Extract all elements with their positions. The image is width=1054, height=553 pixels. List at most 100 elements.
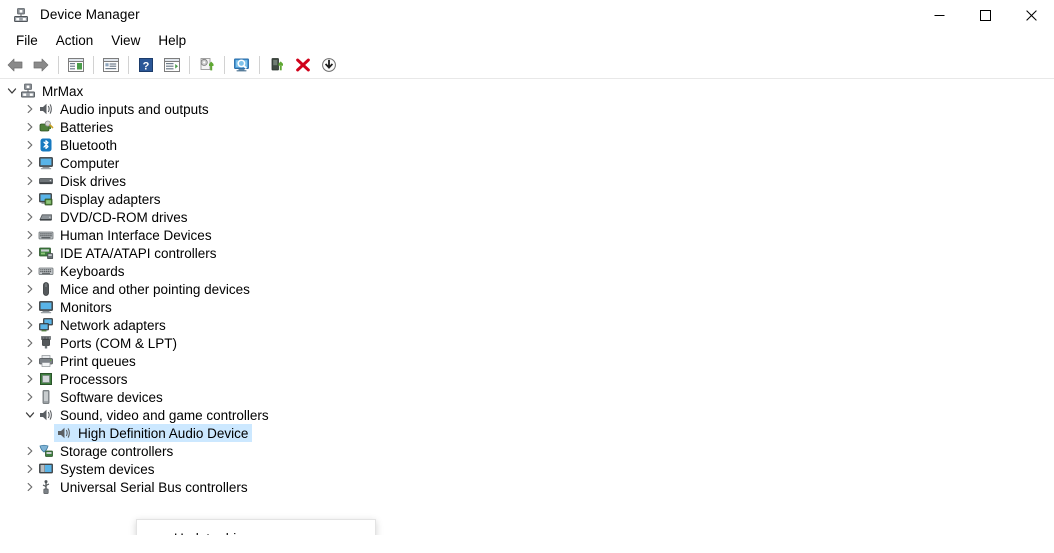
network-adapter-icon	[38, 317, 54, 333]
chevron-right-icon[interactable]	[22, 316, 38, 334]
chevron-right-icon[interactable]	[22, 370, 38, 388]
menu-file[interactable]: File	[7, 31, 47, 51]
toolbar-separator	[259, 56, 260, 74]
chevron-right-icon[interactable]	[22, 280, 38, 298]
tree-row-root[interactable]: MrMax	[0, 82, 1054, 100]
tree-row-monitors[interactable]: Monitors	[0, 298, 1054, 316]
speaker-icon	[38, 101, 54, 117]
tree-label: Disk drives	[60, 173, 127, 189]
chevron-right-icon[interactable]	[22, 172, 38, 190]
chevron-right-icon[interactable]	[22, 388, 38, 406]
tree-row-batteries[interactable]: Batteries	[0, 118, 1054, 136]
chevron-right-icon[interactable]	[22, 244, 38, 262]
tree-label: System devices	[60, 461, 155, 477]
mouse-icon	[38, 281, 54, 297]
menu-help[interactable]: Help	[149, 31, 195, 51]
tree-label: Sound, video and game controllers	[60, 407, 269, 423]
tree-row-print-queues[interactable]: Print queues	[0, 352, 1054, 370]
toolbar-separator	[58, 56, 59, 74]
tree-row-mice-and-other-pointing-devices[interactable]: Mice and other pointing devices	[0, 280, 1054, 298]
close-icon[interactable]	[1008, 0, 1054, 30]
tree-row-human-interface-devices[interactable]: Human Interface Devices	[0, 226, 1054, 244]
tree-row-software-devices[interactable]: Software devices	[0, 388, 1054, 406]
forward-icon[interactable]	[29, 53, 53, 77]
tree-row-universal-serial-bus-controllers[interactable]: Universal Serial Bus controllers	[0, 478, 1054, 496]
tree-row-ide-ata-atapi-controllers[interactable]: IDE ATA/ATAPI controllers	[0, 244, 1054, 262]
system-device-icon	[38, 461, 54, 477]
chevron-right-icon[interactable]	[22, 442, 38, 460]
chevron-right-icon[interactable]	[22, 154, 38, 172]
dvd-drive-icon	[38, 209, 54, 225]
storage-controller-icon	[38, 443, 54, 459]
uninstall-device-icon[interactable]	[291, 53, 315, 77]
monitor-icon	[38, 299, 54, 315]
tree-row-processors[interactable]: Processors	[0, 370, 1054, 388]
help-icon[interactable]: ?	[134, 53, 158, 77]
chevron-right-icon[interactable]	[22, 334, 38, 352]
chevron-down-icon[interactable]	[4, 82, 20, 100]
properties-icon[interactable]	[99, 53, 123, 77]
printer-icon	[38, 353, 54, 369]
window-controls	[916, 0, 1054, 30]
chevron-right-icon[interactable]	[22, 136, 38, 154]
tree-label: Mice and other pointing devices	[60, 281, 250, 297]
minimize-icon[interactable]	[916, 0, 962, 30]
keyboard-icon	[38, 263, 54, 279]
tree-row-disk-drives[interactable]: Disk drives	[0, 172, 1054, 190]
chevron-right-icon[interactable]	[22, 190, 38, 208]
tree-row-dvd-cd-rom-drives[interactable]: DVD/CD-ROM drives	[0, 208, 1054, 226]
device-tree[interactable]: MrMax Audio inputs and outputs Batteries…	[0, 79, 1054, 535]
tree-row-storage-controllers[interactable]: Storage controllers	[0, 442, 1054, 460]
menu-action[interactable]: Action	[47, 31, 103, 51]
back-icon[interactable]	[3, 53, 27, 77]
chevron-right-icon[interactable]	[22, 226, 38, 244]
chevron-right-icon[interactable]	[22, 298, 38, 316]
chevron-down-icon[interactable]	[22, 406, 38, 424]
maximize-icon[interactable]	[962, 0, 1008, 30]
tree-row-network-adapters[interactable]: Network adapters	[0, 316, 1054, 334]
tree-row-computer[interactable]: Computer	[0, 154, 1054, 172]
tree-row-display-adapters[interactable]: Display adapters	[0, 190, 1054, 208]
hid-icon	[38, 227, 54, 243]
tree-row-audio-inputs-and-outputs[interactable]: Audio inputs and outputs	[0, 100, 1054, 118]
tree-label: Audio inputs and outputs	[60, 101, 209, 117]
disable-device-icon[interactable]	[317, 53, 341, 77]
computer-root-icon	[20, 83, 36, 99]
tree-label: Monitors	[60, 299, 112, 315]
window-title: Device Manager	[40, 7, 140, 22]
speaker-icon	[38, 407, 54, 423]
tree-label: Batteries	[60, 119, 114, 135]
tree-label: Print queues	[60, 353, 136, 369]
tree-row-keyboards[interactable]: Keyboards	[0, 262, 1054, 280]
context-menu[interactable]: Update driver Disable device Uninstall d…	[136, 519, 376, 535]
tree-label: Keyboards	[60, 263, 125, 279]
chevron-right-icon[interactable]	[22, 460, 38, 478]
context-menu-item-update-driver[interactable]: Update driver	[137, 527, 375, 536]
chevron-right-icon[interactable]	[22, 118, 38, 136]
toolbar-separator	[93, 56, 94, 74]
processor-icon	[38, 371, 54, 387]
chevron-right-icon[interactable]	[22, 478, 38, 496]
chevron-right-icon[interactable]	[22, 352, 38, 370]
display-adapter-icon	[38, 191, 54, 207]
menu-view[interactable]: View	[102, 31, 149, 51]
tree-row-system-devices[interactable]: System devices	[0, 460, 1054, 478]
toolbar-separator	[189, 56, 190, 74]
show-hide-action-pane-icon[interactable]	[160, 53, 184, 77]
tree-row-high-definition-audio-device[interactable]: High Definition Audio Device	[0, 424, 1054, 442]
tree-label: Bluetooth	[60, 137, 118, 153]
toolbar-separator	[224, 56, 225, 74]
chevron-right-icon[interactable]	[22, 208, 38, 226]
chevron-right-icon[interactable]	[22, 262, 38, 280]
tree-row-ports-com-lpt[interactable]: Ports (COM & LPT)	[0, 334, 1054, 352]
disk-drive-icon	[38, 173, 54, 189]
show-hide-console-tree-icon[interactable]	[64, 53, 88, 77]
enable-device-icon[interactable]	[265, 53, 289, 77]
battery-icon	[38, 119, 54, 135]
chevron-right-icon[interactable]	[22, 100, 38, 118]
update-driver-icon[interactable]	[195, 53, 219, 77]
tree-row-sound-video-and-game-controllers[interactable]: Sound, video and game controllers	[0, 406, 1054, 424]
tree-row-bluetooth[interactable]: Bluetooth	[0, 136, 1054, 154]
scan-for-hardware-changes-icon[interactable]	[230, 53, 254, 77]
tree-label: Universal Serial Bus controllers	[60, 479, 248, 495]
